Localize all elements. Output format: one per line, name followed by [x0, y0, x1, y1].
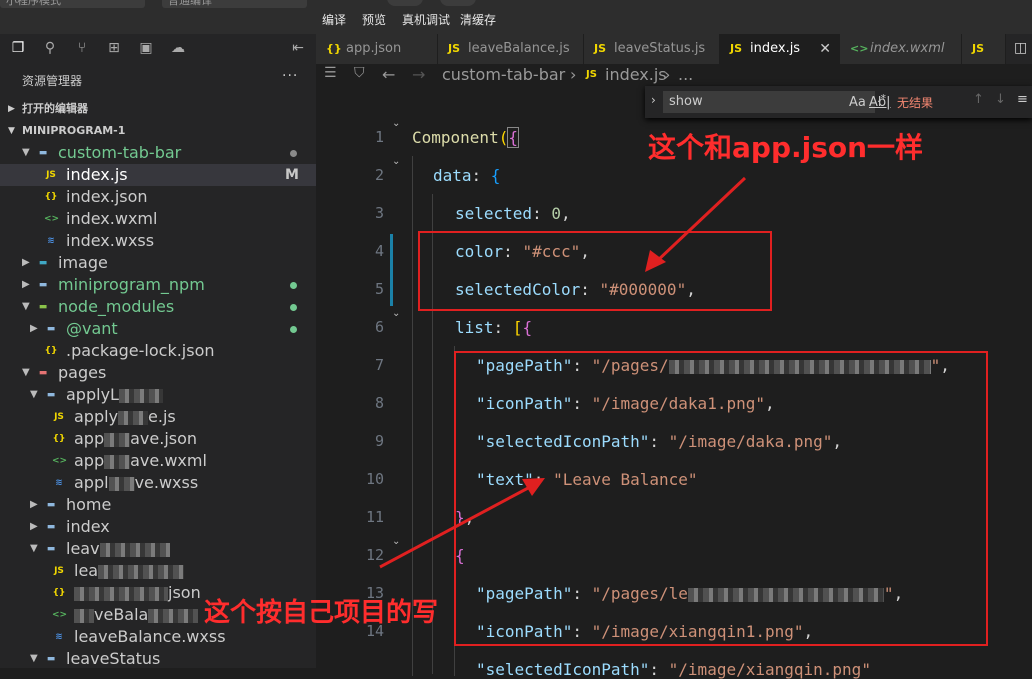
annotation-arrows	[379, 176, 747, 569]
arrow-head	[522, 478, 545, 496]
arrow-head	[645, 250, 666, 272]
annotation-bottom: 这个按自己项目的写	[204, 598, 439, 628]
arrow-line	[379, 485, 531, 569]
annotation-top: 这个和app.json一样	[648, 131, 924, 164]
arrow-line	[654, 176, 747, 264]
